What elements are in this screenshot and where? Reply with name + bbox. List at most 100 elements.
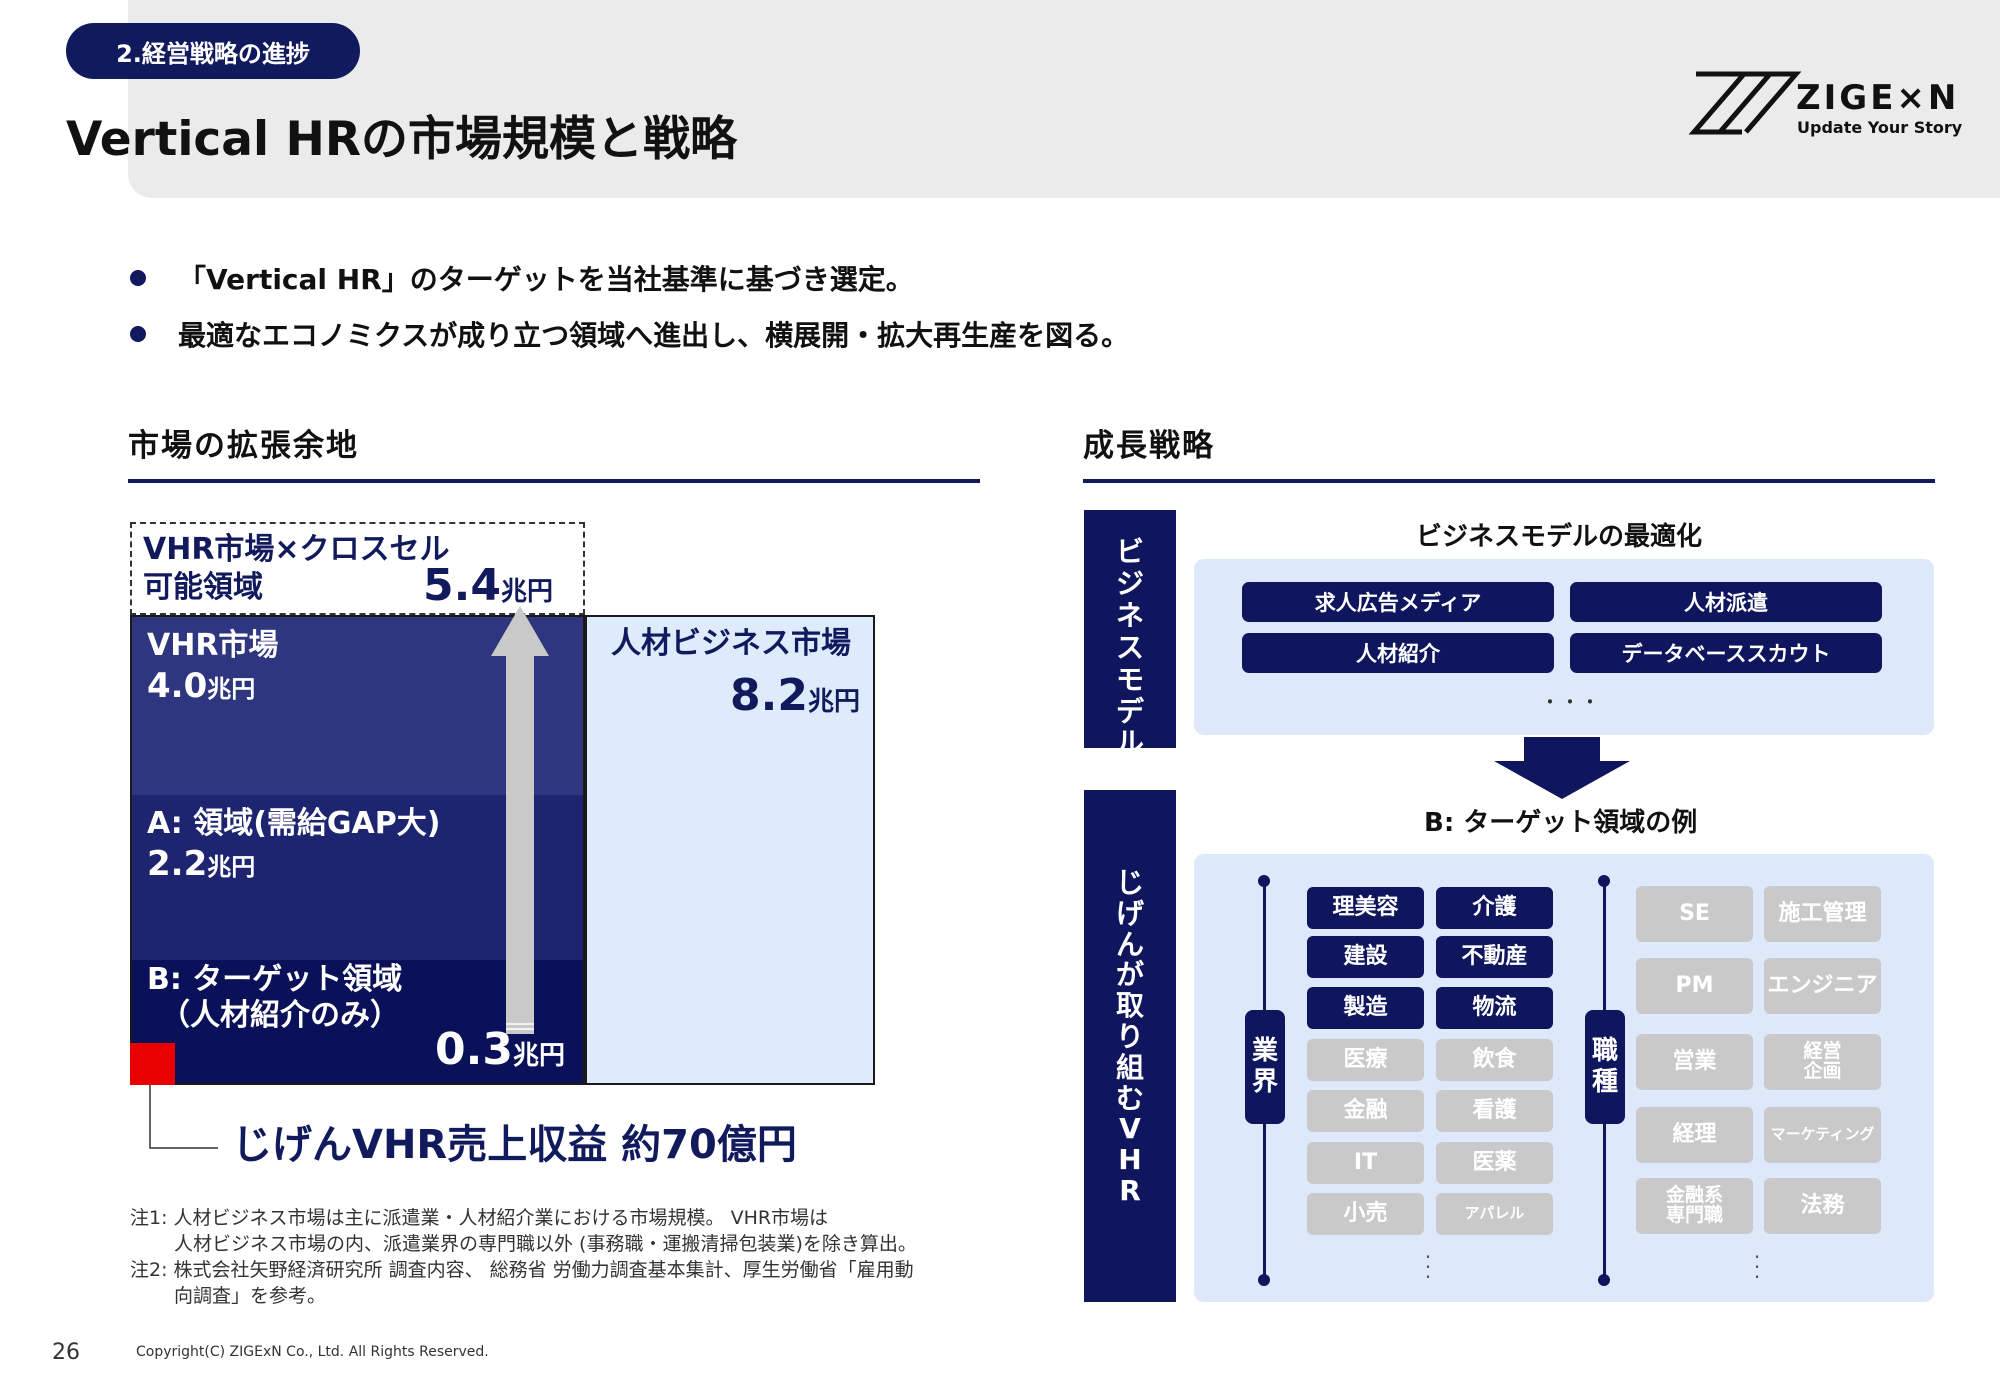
revenue-text: じげんVHR売上収益 約70億円 [232,1122,797,1168]
job-tag: 施工管理 [1764,886,1881,942]
job-tag: PM [1636,958,1753,1014]
note-2: 注2: 株式会社矢野経済研究所 調査内容、 総務省 労働力調査基本集計、厚生労働… [130,1259,914,1281]
vertical-char: げ [1115,896,1144,930]
business-model-band-label: ビジネスモデル [1084,510,1176,759]
revenue-connector [149,1085,218,1149]
business-model-band: ビジネスモデル [1084,510,1176,759]
bm-item-recruitment: 人材紹介 [1242,633,1554,673]
a-number: 2.2 [147,844,208,884]
job-tag: 経理 [1636,1107,1753,1163]
strategy-section-title: 成長戦略 [1083,428,1215,464]
vertical-char: む [1115,1081,1144,1115]
page-title: Vertical HRの市場規模と戦略 [66,112,738,167]
target-examples-title: B: ターゲット領域の例 [1424,808,1698,838]
job-tag: エンジニア [1764,958,1881,1014]
b-target-label: B: ターゲット領域 [147,962,403,997]
vertical-char: ス [1115,630,1144,664]
hr-market-label: 人材ビジネス市場 [611,626,851,661]
vertical-char: デ [1115,694,1144,728]
industry-axis-dot-bottom [1258,1274,1270,1286]
bm-more: ・・・ [1540,690,1600,714]
industry-tag: 飲食 [1436,1039,1553,1081]
job-tag: 営業 [1636,1034,1753,1090]
job-tag-line: 専門職 [1665,1204,1723,1226]
cross-sell-label-2: 可能領域 [143,570,263,605]
industry-tag: 物流 [1436,987,1553,1029]
vertical-char: ジ [1115,566,1144,600]
unit-label: 兆円 [807,687,860,717]
market-section-title: 市場の拡張余地 [128,428,359,464]
vertical-char: 組 [1115,1050,1144,1084]
page-number: 26 [52,1340,80,1365]
job-axis-dot-bottom [1598,1274,1610,1286]
jigen-vhr-band: じげんが取り組むVHR [1084,790,1176,1302]
job-tag: マーケティング [1764,1107,1881,1163]
vhr-market-value: 4.0兆円 [147,666,255,706]
unit-label: 兆円 [207,675,256,703]
industry-more-dots: · · · [1424,1245,1432,1289]
jigen-vhr-band-label: じげんが取り組むVHR [1084,790,1176,1207]
bullet-item: 最適なエコノミクスが成り立つ領域へ進出し、横展開・拡大再生産を図る。 [130,314,1129,354]
industry-tag: IT [1307,1142,1424,1184]
unit-label: 兆円 [512,1041,565,1071]
strategy-section-rule [1083,479,1935,483]
b-target-label-2: （人材紹介のみ） [160,998,400,1033]
job-tag: 金融系 専門職 [1636,1178,1753,1234]
industry-tag: 小売 [1307,1193,1424,1235]
industry-tag: 不動産 [1436,936,1553,978]
vertical-char: が [1115,958,1144,992]
cross-sell-label: VHR市場×クロスセル [143,532,450,567]
logo-name: ZIGE×N [1796,78,1960,118]
industry-tag: 理美容 [1307,887,1424,929]
bm-item-job-ad-media: 求人広告メディア [1242,582,1554,622]
cross-sell-value: 5.4兆円 [423,560,553,611]
a-domain-label: A: 領域(需給GAP大) [147,806,441,841]
hr-number: 8.2 [730,670,808,721]
job-more-dots: · · · [1753,1245,1761,1289]
job-tag: SE [1636,886,1753,942]
vertical-char: R [1119,1173,1141,1207]
copyright: Copyright(C) ZIGExN Co., Ltd. All Rights… [136,1344,489,1360]
unit-label: 兆円 [500,577,553,607]
vertical-char: じ [1115,866,1144,899]
vhr-market-label: VHR市場 [147,628,279,663]
bullet-item: 「Vertical HR」のターゲットを当社基準に基づき選定。 [130,258,914,298]
vertical-char: V [1119,1112,1141,1146]
job-tag: 経営 企画 [1764,1034,1881,1090]
note-1: 注1: 人材ビジネス市場は主に派遣業・人材紹介業における市場規模。 VHR市場は [130,1207,829,1229]
job-tag-line: 経営 [1803,1040,1842,1063]
job-tag-line: 金融系 [1665,1184,1723,1207]
unit-label: 兆円 [207,853,256,881]
bm-item-database-scout: データベーススカウト [1570,633,1882,673]
note-1-cont: 人材ビジネス市場の内、派遣業界の専門職以外 (事務職・運搬清掃包装業)を除き算出… [174,1233,917,1255]
vertical-char: 界 [1251,1067,1278,1097]
vertical-char: ル [1115,726,1144,760]
hr-market-value: 8.2兆円 [730,670,860,721]
vertical-char: 職 [1591,1035,1618,1066]
industry-tag: 製造 [1307,987,1424,1029]
job-axis-label: 職種 [1585,1010,1625,1124]
a-domain-value: 2.2兆円 [147,844,255,884]
growth-arrow-icon [491,606,549,1034]
industry-tag: 看護 [1436,1090,1553,1132]
down-arrow-icon [1494,737,1630,799]
industry-tag: 金融 [1307,1090,1424,1132]
logo-tagline: Update Your Story [1797,118,1963,137]
bullet-text: 「Vertical HR」のターゲットを当社基準に基づき選定。 [178,263,914,296]
industry-tag: 医療 [1307,1039,1424,1081]
bullet-text: 最適なエコノミクスが成り立つ領域へ進出し、横展開・拡大再生産を図る。 [178,319,1130,352]
section-label: 2.経営戦略の進捗 [116,39,310,68]
job-tag: 法務 [1764,1178,1881,1234]
industry-tag: アパレル [1436,1193,1553,1235]
bullet-icon [130,270,146,286]
industry-tag: 医薬 [1436,1142,1553,1184]
vhr-number: 4.0 [147,666,208,706]
industry-tag: 建設 [1307,936,1424,978]
cross-sell-number: 5.4 [423,560,501,611]
bullet-icon [130,326,146,342]
section-pill: 2.経営戦略の進捗 [66,23,360,79]
vertical-char: ネ [1115,598,1144,632]
vertical-char: ん [1115,927,1144,961]
bm-optimization-title: ビジネスモデルの最適化 [1416,522,1703,552]
vertical-char: モ [1115,662,1144,696]
